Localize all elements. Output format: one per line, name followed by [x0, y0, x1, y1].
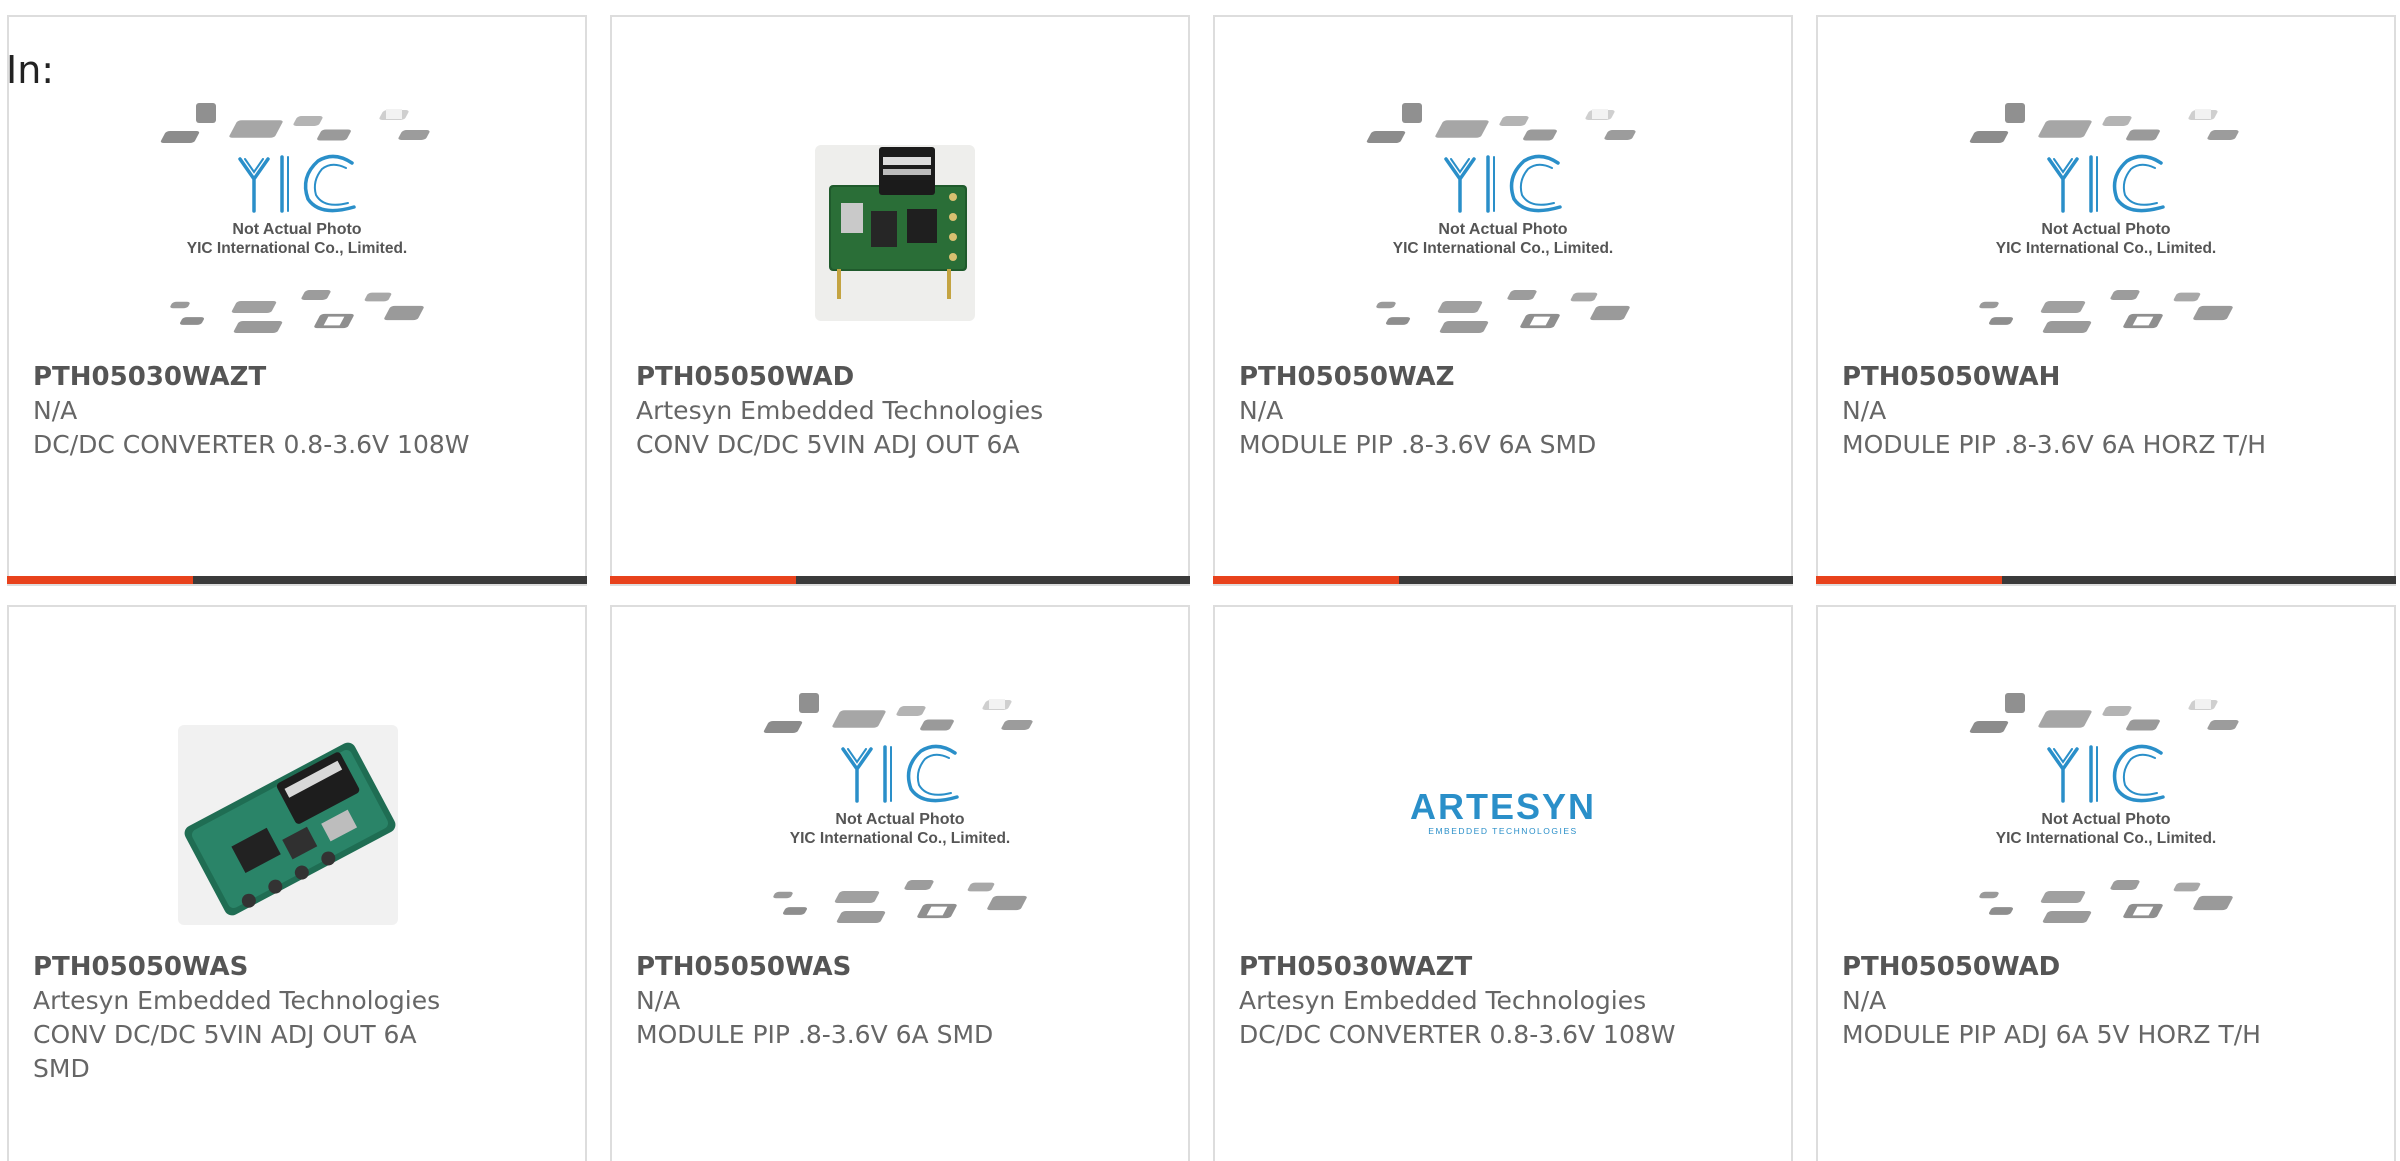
watermark-line2: YIC International Co., Limited. — [1996, 240, 2216, 257]
product-info: PTH05030WAZT Artesyn Embedded Technologi… — [1239, 950, 1679, 1052]
product-card[interactable]: PTH05050WAS Artesyn Embedded Technologie… — [7, 605, 587, 1161]
not-actual-photo-image: Not Actual Photo YIC International Co., L… — [1969, 693, 2239, 924]
artesyn-logo-name: ARTESYN — [1410, 786, 1596, 827]
description-label: MODULE PIP .8-3.6V 6A HORZ T/H — [1842, 430, 2266, 459]
product-info: PTH05030WAZT N/A DC/DC CONVERTER 0.8-3.6… — [33, 360, 473, 462]
watermark-line2: YIC International Co., Limited. — [790, 830, 1010, 847]
manufacturer-label: N/A — [1239, 396, 1284, 425]
product-info: PTH05050WAH N/A MODULE PIP .8-3.6V 6A HO… — [1842, 360, 2282, 462]
manufacturer-label: N/A — [1842, 396, 1887, 425]
part-number-link[interactable]: PTH05050WAZ — [1239, 360, 1679, 394]
progress-bar-fill — [1816, 576, 2002, 584]
product-info: PTH05050WAD N/A MODULE PIP ADJ 6A 5V HOR… — [1842, 950, 2282, 1052]
description-label: MODULE PIP .8-3.6V 6A SMD — [1239, 430, 1597, 459]
description-label: DC/DC CONVERTER 0.8-3.6V 108W — [33, 430, 470, 459]
part-number-link[interactable]: PTH05050WAS — [33, 950, 473, 984]
product-info: PTH05050WAS N/A MODULE PIP .8-3.6V 6A SM… — [636, 950, 1076, 1052]
section-heading: In: — [6, 48, 55, 92]
part-number-link[interactable]: PTH05030WAZT — [1239, 950, 1679, 984]
description-label: CONV DC/DC 5VIN ADJ OUT 6A SMD — [33, 1020, 417, 1083]
watermark-line1: Not Actual Photo — [2041, 221, 2170, 238]
product-card[interactable]: PTH05050WAD Artesyn Embedded Technologie… — [610, 15, 1190, 586]
yic-logo-icon — [1444, 154, 1562, 213]
product-card[interactable]: Not Actual Photo YIC International Co., L… — [7, 15, 587, 586]
watermark-line1: Not Actual Photo — [835, 811, 964, 828]
progress-bar-fill — [7, 576, 193, 584]
product-card[interactable]: Not Actual Photo YIC International Co., L… — [1213, 15, 1793, 586]
yic-logo-icon — [238, 154, 356, 213]
part-number-link[interactable]: PTH05030WAZT — [33, 360, 473, 394]
progress-bar-fill — [610, 576, 796, 584]
product-results-page: In: Not Actual Photo YIC International Co… — [0, 0, 2400, 1161]
product-image[interactable]: Not Actual Photo YIC International Co., L… — [761, 689, 1039, 954]
not-actual-photo-image: Not Actual Photo YIC International Co., L… — [763, 693, 1033, 924]
product-image[interactable]: ARTESYN EMBEDDED TECHNOLOGIES — [1364, 689, 1642, 954]
watermark-line2: YIC International Co., Limited. — [1393, 240, 1613, 257]
product-image[interactable]: Not Actual Photo YIC International Co., L… — [1967, 689, 2245, 954]
chips-bottom-decoration — [1979, 880, 2233, 924]
chips-bottom-decoration — [773, 880, 1027, 924]
chips-top-decoration — [1366, 103, 1636, 144]
watermark-line1: Not Actual Photo — [1438, 221, 1567, 238]
manufacturer-label: Artesyn Embedded Technologies — [33, 986, 441, 1015]
not-actual-photo-image: Not Actual Photo YIC International Co., L… — [1969, 103, 2239, 334]
progress-bar — [7, 576, 587, 584]
description-label: DC/DC CONVERTER 0.8-3.6V 108W — [1239, 1020, 1676, 1049]
product-card[interactable]: Not Actual Photo YIC International Co., L… — [1816, 605, 2396, 1161]
description-label: CONV DC/DC 5VIN ADJ OUT 6A — [636, 430, 1020, 459]
not-actual-photo-image: Not Actual Photo YIC International Co., L… — [1366, 103, 1636, 334]
chips-bottom-decoration — [1376, 290, 1630, 334]
module-photo-image — [815, 145, 975, 321]
progress-bar-fill — [1213, 576, 1399, 584]
chips-bottom-decoration — [1979, 290, 2233, 334]
manufacturer-label: N/A — [636, 986, 681, 1015]
part-number-link[interactable]: PTH05050WAD — [636, 360, 1076, 394]
product-card[interactable]: ARTESYN EMBEDDED TECHNOLOGIES PTH05030WAZ… — [1213, 605, 1793, 1161]
product-image[interactable]: Not Actual Photo YIC International Co., L… — [1364, 99, 1642, 364]
product-image[interactable] — [158, 689, 436, 954]
watermark-line1: Not Actual Photo — [232, 221, 361, 238]
product-info: PTH05050WAD Artesyn Embedded Technologie… — [636, 360, 1076, 462]
description-label: MODULE PIP ADJ 6A 5V HORZ T/H — [1842, 1020, 2261, 1049]
manufacturer-label: N/A — [33, 396, 78, 425]
product-card[interactable]: Not Actual Photo YIC International Co., L… — [1816, 15, 2396, 586]
manufacturer-label: Artesyn Embedded Technologies — [1239, 986, 1647, 1015]
manufacturer-label: N/A — [1842, 986, 1887, 1015]
product-image[interactable] — [761, 99, 1039, 364]
chips-top-decoration — [763, 693, 1033, 734]
part-number-link[interactable]: PTH05050WAS — [636, 950, 1076, 984]
not-actual-photo-image: Not Actual Photo YIC International Co., L… — [160, 103, 430, 334]
chips-top-decoration — [160, 103, 430, 144]
yic-logo-icon — [841, 744, 959, 803]
watermark-line1: Not Actual Photo — [2041, 811, 2170, 828]
progress-bar — [610, 576, 1190, 584]
product-image[interactable]: Not Actual Photo YIC International Co., L… — [158, 99, 436, 364]
description-label: MODULE PIP .8-3.6V 6A SMD — [636, 1020, 994, 1049]
product-grid: Not Actual Photo YIC International Co., L… — [7, 15, 2396, 1161]
progress-bar — [1816, 576, 2396, 584]
product-image[interactable]: Not Actual Photo YIC International Co., L… — [1967, 99, 2245, 364]
module-photo-image — [178, 725, 398, 925]
chips-top-decoration — [1969, 103, 2239, 144]
yic-logo-icon — [2047, 744, 2165, 803]
yic-logo-icon — [2047, 154, 2165, 213]
chips-top-decoration — [1969, 693, 2239, 734]
watermark-line2: YIC International Co., Limited. — [187, 240, 407, 257]
part-number-link[interactable]: PTH05050WAD — [1842, 950, 2282, 984]
chips-bottom-decoration — [170, 290, 424, 334]
manufacturer-label: Artesyn Embedded Technologies — [636, 396, 1044, 425]
product-info: PTH05050WAS Artesyn Embedded Technologie… — [33, 950, 473, 1086]
product-card[interactable]: Not Actual Photo YIC International Co., L… — [610, 605, 1190, 1161]
part-number-link[interactable]: PTH05050WAH — [1842, 360, 2282, 394]
progress-bar — [1213, 576, 1793, 584]
artesyn-logo-image: ARTESYNEMBEDDED TECHNOLOGIES — [1410, 786, 1596, 836]
watermark-line2: YIC International Co., Limited. — [1996, 830, 2216, 847]
artesyn-logo-tagline: EMBEDDED TECHNOLOGIES — [1428, 826, 1577, 836]
product-info: PTH05050WAZ N/A MODULE PIP .8-3.6V 6A SM… — [1239, 360, 1679, 462]
